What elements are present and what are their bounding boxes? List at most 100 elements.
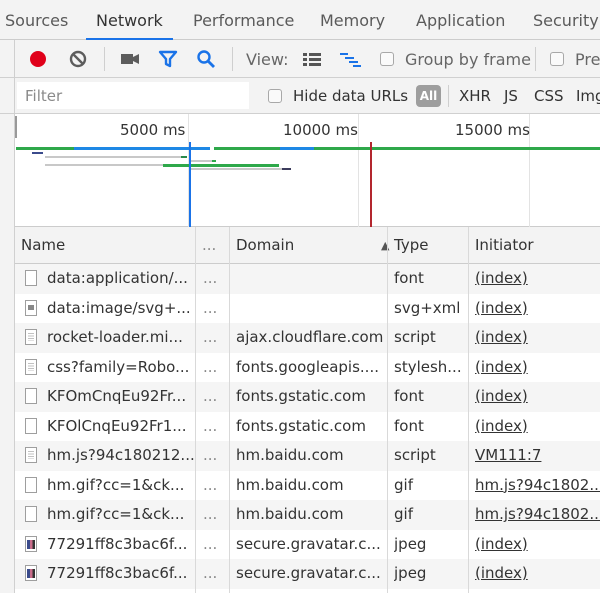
tab-memory[interactable]: Memory xyxy=(320,0,385,40)
table-row[interactable]: css?family=Robo...... fonts.googleapis...… xyxy=(15,353,600,383)
divider xyxy=(232,47,233,71)
overview-drag-handle[interactable] xyxy=(15,116,17,138)
file-icon xyxy=(25,388,37,404)
column-header-initiator[interactable]: Initiator xyxy=(469,227,600,264)
request-type: font xyxy=(394,416,424,435)
table-row[interactable]: data:image/svg+...... svg+xml (index) xyxy=(15,294,600,324)
group-by-frame-checkbox[interactable] xyxy=(380,52,394,66)
request-name[interactable]: KFOmCnqEu92Fr... xyxy=(47,382,195,412)
request-initiator-link[interactable]: (index) xyxy=(475,264,600,294)
column-header-type[interactable]: Type xyxy=(388,227,469,264)
request-name[interactable]: data:application/... xyxy=(47,264,195,294)
table-row[interactable]: hm.gif?cc=1&ck...... hm.baidu.com gif hm.js… xyxy=(15,471,600,501)
tab-application[interactable]: Application xyxy=(416,0,505,40)
request-initiator-link[interactable]: hm.js?94c1802... xyxy=(475,471,600,501)
type-filter-img[interactable]: Img xyxy=(576,87,600,105)
type-filter-xhr[interactable]: XHR xyxy=(459,87,491,105)
clear-icon[interactable] xyxy=(68,49,88,69)
request-type: stylesh... xyxy=(394,357,462,376)
request-domain: fonts.gstatic.com xyxy=(236,416,366,435)
table-row[interactable]: data:application/...... font (index) xyxy=(15,264,600,294)
table-row[interactable]: rocket-loader.mi...... ajax.cloudflare.co… xyxy=(15,323,600,353)
tab-security[interactable]: Security xyxy=(533,0,599,40)
request-name[interactable]: hm.gif?cc=1&ck... xyxy=(47,500,195,530)
table-row[interactable]: hm.js?94c180212...... hm.baidu.com script V… xyxy=(15,441,600,471)
view-label: View: xyxy=(246,50,289,69)
camera-icon[interactable] xyxy=(120,49,140,69)
request-initiator-link[interactable]: (index) xyxy=(475,530,600,560)
request-initiator-link[interactable]: (index) xyxy=(475,382,600,412)
request-type: svg+xml xyxy=(394,298,461,317)
request-domain xyxy=(236,264,386,294)
request-more: ... xyxy=(203,269,218,287)
request-name[interactable]: css?family=Robo... xyxy=(47,353,195,383)
file-icon xyxy=(25,506,37,522)
overview-bar xyxy=(280,147,314,150)
tick-label-15000: 15000 ms xyxy=(455,121,530,139)
request-initiator-link[interactable]: (index) xyxy=(475,412,600,442)
filter-icon[interactable] xyxy=(158,49,178,69)
request-domain: hm.baidu.com xyxy=(236,505,344,523)
table-row[interactable]: 77291ff8c3bac6f...... secure.gravatar.c..… xyxy=(15,530,600,560)
search-icon[interactable] xyxy=(196,49,216,69)
request-name[interactable]: data:image/svg+... xyxy=(47,294,195,324)
column-divider[interactable] xyxy=(229,227,230,593)
request-type: font xyxy=(394,269,424,287)
column-header-domain[interactable]: Domain xyxy=(230,227,387,264)
request-domain: ajax.cloudflare.com xyxy=(236,328,384,346)
grid-line xyxy=(358,114,359,227)
tab-network[interactable]: Network xyxy=(86,0,173,41)
request-more: ... xyxy=(203,505,218,523)
request-more: ... xyxy=(203,564,218,582)
request-name[interactable]: 77291ff8c3bac6f... xyxy=(47,559,195,589)
image-file-icon xyxy=(25,299,37,316)
table-row[interactable]: 77291ff8c3bac6f...... secure.gravatar.c..… xyxy=(15,559,600,589)
network-overview[interactable]: 5000 ms 10000 ms 15000 ms xyxy=(0,114,600,227)
tab-performance[interactable]: Performance xyxy=(193,0,294,40)
photo-file-icon xyxy=(25,565,37,581)
request-domain xyxy=(236,294,386,324)
request-domain: hm.baidu.com xyxy=(236,475,344,494)
preserve-log-label: Pre xyxy=(575,50,600,69)
document-file-icon xyxy=(25,447,37,463)
column-header-name[interactable]: Name xyxy=(15,227,195,264)
request-more: ... xyxy=(203,534,218,553)
filter-bar: Hide data URLs All XHR JS CSS Img xyxy=(0,78,600,114)
list-view-icon[interactable] xyxy=(302,49,322,69)
column-divider[interactable] xyxy=(387,227,388,593)
column-divider[interactable] xyxy=(468,227,469,593)
column-divider[interactable] xyxy=(195,227,196,593)
request-name[interactable]: KFOlCnqEu92Fr1... xyxy=(47,412,195,442)
request-initiator-link[interactable]: (index) xyxy=(475,323,600,353)
request-name[interactable]: hm.gif?cc=1&ck... xyxy=(47,471,195,501)
request-name[interactable]: hm.js?94c180212... xyxy=(47,441,195,471)
request-initiator-link[interactable]: (index) xyxy=(475,559,600,589)
request-more: ... xyxy=(203,416,218,435)
tab-sources[interactable]: Sources xyxy=(5,0,68,40)
divider xyxy=(104,47,105,71)
column-header-more[interactable]: ... xyxy=(196,227,230,264)
request-initiator-link[interactable]: (index) xyxy=(475,294,600,324)
request-name[interactable]: 77291ff8c3bac6f... xyxy=(47,530,195,560)
waterfall-icon[interactable] xyxy=(340,49,361,69)
request-name[interactable]: rocket-loader.mi... xyxy=(47,323,195,353)
type-filter-js[interactable]: JS xyxy=(504,87,518,105)
record-icon[interactable] xyxy=(28,49,48,69)
request-initiator-link[interactable]: (index) xyxy=(475,353,600,383)
devtools-tab-bar: Sources Network Performance Memory Appli… xyxy=(0,0,600,41)
request-domain: hm.baidu.com xyxy=(236,446,344,464)
hide-data-urls-checkbox[interactable] xyxy=(268,89,282,103)
type-filter-css[interactable]: CSS xyxy=(534,87,564,105)
table-row[interactable]: KFOmCnqEu92Fr...... fonts.gstatic.com font… xyxy=(15,382,600,412)
table-row[interactable]: hm.gif?cc=1&ck...... hm.baidu.com gif hm.js… xyxy=(15,500,600,530)
load-event-marker xyxy=(370,142,372,227)
overview-bar xyxy=(16,147,210,150)
request-initiator-link[interactable]: hm.js?94c1802... xyxy=(475,500,600,530)
overview-bar xyxy=(190,168,282,170)
type-filter-all[interactable]: All xyxy=(416,85,441,107)
preserve-log-checkbox[interactable] xyxy=(550,52,564,66)
dom-content-loaded-marker xyxy=(189,142,191,227)
request-initiator-link[interactable]: VM111:7 xyxy=(475,441,600,471)
table-row[interactable]: KFOlCnqEu92Fr1...... fonts.gstatic.com fon… xyxy=(15,412,600,442)
filter-input[interactable] xyxy=(17,82,249,109)
